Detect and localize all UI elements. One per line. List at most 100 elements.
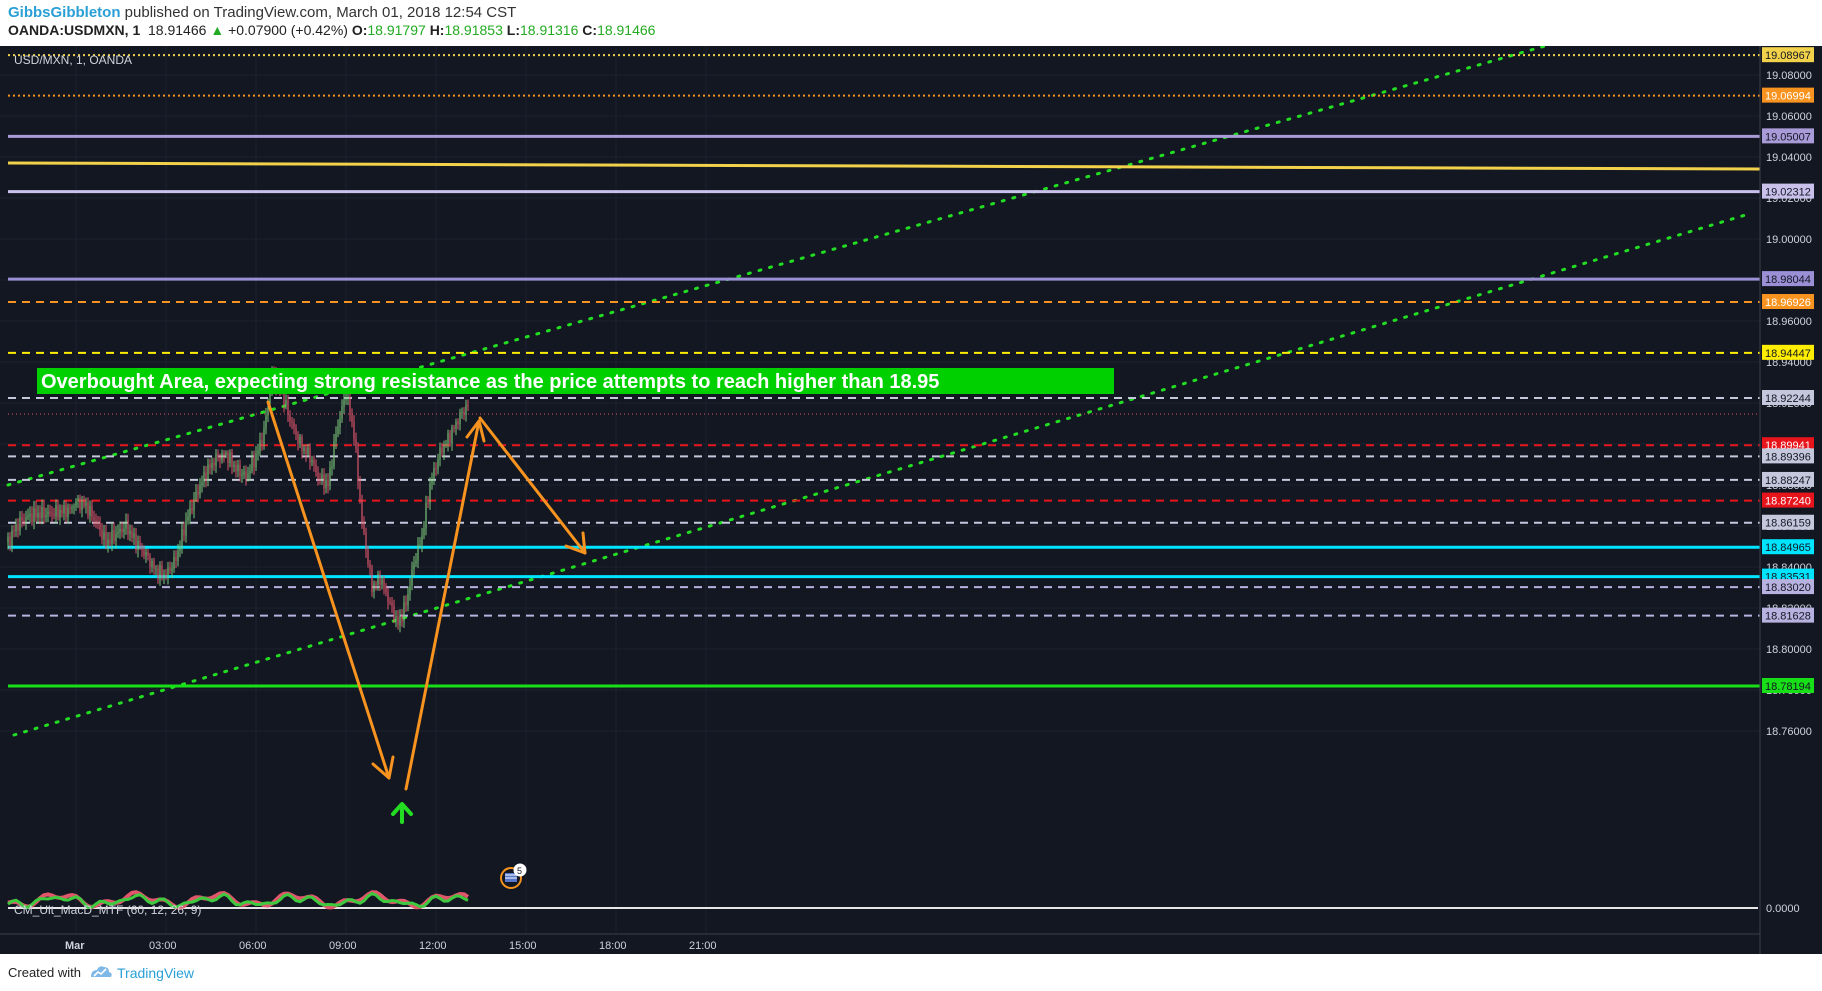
- level-tag-text: 18.87240: [1765, 496, 1811, 508]
- candle-body: [197, 491, 199, 495]
- candle-body: [427, 502, 429, 504]
- candle-body: [377, 573, 379, 585]
- candle-body: [231, 452, 233, 467]
- time-tick-label: 06:00: [239, 940, 267, 952]
- time-tick-label: 03:00: [149, 940, 177, 952]
- candle-body: [49, 511, 51, 513]
- price-tick-label: 18.76000: [1766, 726, 1812, 738]
- candle-body: [399, 615, 401, 626]
- candle-body: [447, 433, 449, 444]
- candle-body: [125, 520, 127, 529]
- candle-body: [91, 505, 93, 517]
- candle-body: [381, 579, 383, 585]
- candle-body: [43, 507, 45, 518]
- candle-body: [185, 519, 187, 536]
- close-label: C:: [582, 22, 598, 38]
- candle-body: [261, 440, 263, 445]
- candle-body: [253, 457, 255, 468]
- candle-body: [39, 512, 41, 519]
- level-tag-text: 18.92244: [1765, 393, 1811, 405]
- price-tick-label: 18.96000: [1766, 316, 1812, 328]
- author-link[interactable]: GibbsGibbleton: [8, 4, 121, 21]
- symbol-quote-line: OANDA:USDMXN, 1 18.91466 ▲ +0.07900 (+0.…: [8, 22, 655, 38]
- candle-body: [223, 453, 225, 456]
- level-tag-text: 18.84965: [1765, 542, 1811, 554]
- candle-body: [7, 536, 9, 543]
- candle-body: [73, 506, 75, 508]
- candle-body: [237, 464, 239, 472]
- candle-body: [211, 462, 213, 469]
- candle-body: [395, 616, 397, 620]
- candle-body: [79, 497, 81, 510]
- candle-body: [345, 398, 347, 400]
- candle-body: [367, 550, 369, 564]
- chart-canvas[interactable]: Overbought Area, expecting strong resist…: [0, 46, 1822, 954]
- candle-body: [451, 427, 453, 444]
- candle-body: [71, 507, 73, 509]
- candle-body: [439, 447, 441, 460]
- price-tick-label: 18.80000: [1766, 644, 1812, 656]
- candle-body: [227, 452, 229, 464]
- candle-body: [245, 471, 247, 479]
- candle-body: [257, 451, 259, 454]
- price-change: +0.07900 (+0.42%): [228, 22, 348, 38]
- level-tag-text: 18.94447: [1765, 348, 1811, 360]
- time-tick-label: Mar: [65, 940, 85, 952]
- candle-body: [219, 457, 221, 461]
- candle-body: [405, 602, 407, 606]
- up-triangle-icon: ▲: [210, 22, 225, 38]
- candle-body: [341, 406, 343, 419]
- candle-body: [113, 530, 115, 542]
- level-tag-text: 18.78194: [1765, 681, 1811, 693]
- candle-body: [147, 551, 149, 556]
- candle-body: [443, 445, 445, 453]
- candle-body: [327, 480, 329, 487]
- candle-body: [143, 549, 145, 556]
- candle-body: [289, 415, 291, 422]
- level-tag-text: 18.98044: [1765, 274, 1811, 286]
- candle-body: [165, 574, 167, 577]
- candle-body: [93, 516, 95, 520]
- tradingview-logo-icon[interactable]: [89, 964, 113, 980]
- overbought-annotation[interactable]: Overbought Area, expecting strong resist…: [37, 368, 1114, 394]
- candle-body: [385, 587, 387, 593]
- candle-body: [337, 426, 339, 434]
- candle-body: [423, 528, 425, 536]
- candle-body: [347, 397, 349, 399]
- price-tick-label: 19.00000: [1766, 234, 1812, 246]
- candle-body: [199, 485, 201, 495]
- candle-body: [371, 568, 373, 592]
- high-label: H:: [429, 22, 445, 38]
- candle-body: [265, 415, 267, 429]
- candle-body: [57, 505, 59, 518]
- price-tick-label: 19.04000: [1766, 152, 1812, 164]
- level-tag-text: 18.83020: [1765, 582, 1811, 594]
- candle-body: [111, 530, 113, 544]
- candle-body: [27, 515, 29, 518]
- high-value: 18.91853: [444, 22, 503, 38]
- candle-body: [11, 530, 13, 546]
- indicator-label: CM_Ult_MacD_MTF (60, 12, 26, 9): [14, 903, 201, 917]
- candle-body: [255, 453, 257, 468]
- level-tag-text: 19.02312: [1765, 187, 1811, 199]
- candle-body: [397, 616, 399, 626]
- candle-body: [183, 529, 185, 536]
- published-text: published on TradingView.com, March 01, …: [120, 4, 517, 21]
- candle-body: [47, 511, 49, 515]
- candle-body: [449, 433, 451, 444]
- candle-body: [285, 400, 287, 405]
- candle-body: [293, 422, 295, 429]
- candle-body: [145, 551, 147, 556]
- candle-body: [181, 529, 183, 548]
- candle-body: [67, 507, 69, 518]
- candle-body: [363, 521, 365, 533]
- candle-body: [63, 505, 65, 514]
- tradingview-link[interactable]: TradingView: [117, 965, 194, 981]
- candle-body: [309, 447, 311, 463]
- time-tick-label: 18:00: [599, 940, 627, 952]
- candle-body: [335, 433, 337, 442]
- candle-body: [189, 508, 191, 517]
- candle-body: [213, 462, 215, 466]
- candle-body: [235, 464, 237, 472]
- candle-body: [107, 539, 109, 546]
